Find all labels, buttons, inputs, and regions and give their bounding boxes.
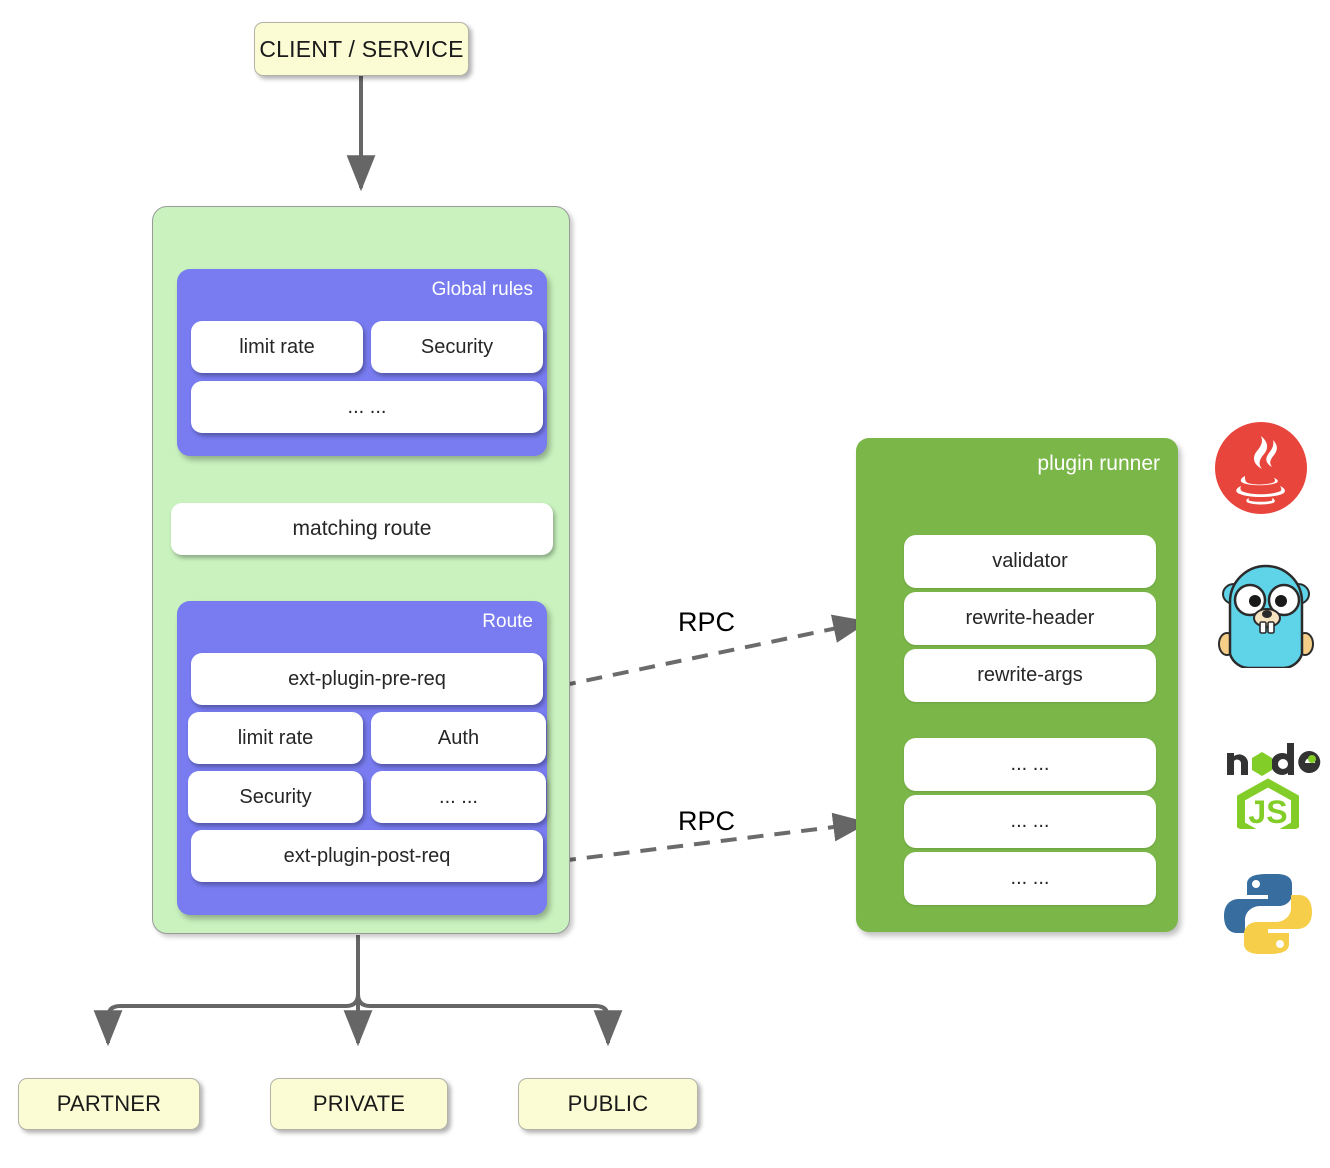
arrow-gateway-to-outputs [93, 935, 623, 1047]
route-plugin-item[interactable]: Security [188, 771, 363, 823]
ext-plugin-pre-req-label: ext-plugin-pre-req [288, 667, 446, 690]
svg-text:JS: JS [1248, 794, 1287, 829]
global-rule-label: Security [420, 335, 494, 358]
client-service-box[interactable]: CLIENT / SERVICE [254, 22, 469, 76]
ext-plugin-post-req-box[interactable]: ext-plugin-post-req [191, 830, 543, 882]
output-label: PUBLIC [567, 1091, 649, 1116]
plugin-item[interactable]: ... ... [904, 852, 1156, 905]
route-plugin-item[interactable]: limit rate [188, 712, 363, 764]
client-service-label: CLIENT / SERVICE [259, 35, 464, 62]
plugin-runner-title: plugin runner [1037, 452, 1160, 475]
global-rules-title: Global rules [431, 279, 533, 300]
output-label: PRIVATE [312, 1091, 406, 1116]
plugin-label: ... ... [1010, 867, 1050, 889]
diagram-canvas: CLIENT / SERVICE Global rules limit rate… [0, 0, 1330, 1168]
route-title: Route [482, 611, 533, 632]
python-logo [1220, 866, 1316, 962]
route-plugin-label: Auth [437, 726, 480, 749]
output-box-private[interactable]: PRIVATE [270, 1078, 448, 1130]
global-rules-block: Global rules limit rate Security ... ... [177, 269, 547, 456]
route-block: Route ext-plugin-pre-req limit rate Auth… [177, 601, 547, 915]
rpc-label-top: RPC [678, 607, 736, 637]
matching-route-label: matching route [292, 517, 432, 540]
route-plugin-label: ... ... [439, 785, 478, 808]
global-rule-label: limit rate [239, 335, 315, 358]
plugin-label: ... ... [1010, 810, 1050, 832]
ext-plugin-pre-req-box[interactable]: ext-plugin-pre-req [191, 653, 543, 705]
output-box-public[interactable]: PUBLIC [518, 1078, 698, 1130]
plugin-label: rewrite-header [965, 607, 1095, 629]
plugin-item[interactable]: rewrite-header [904, 592, 1156, 645]
global-rule-item[interactable]: ... ... [191, 381, 543, 433]
global-rule-item[interactable]: limit rate [191, 321, 363, 373]
plugin-item[interactable]: ... ... [904, 795, 1156, 848]
route-plugin-item[interactable]: Auth [371, 712, 546, 764]
plugin-label: rewrite-args [977, 664, 1083, 686]
ext-plugin-post-req-label: ext-plugin-post-req [283, 844, 451, 867]
output-label: PARTNER [56, 1091, 162, 1116]
nodejs-logo: JS [1213, 735, 1323, 845]
global-rule-item[interactable]: Security [371, 321, 543, 373]
route-plugin-label: Security [239, 785, 312, 808]
go-gopher-logo [1212, 556, 1320, 670]
route-plugin-item[interactable]: ... ... [371, 771, 546, 823]
rpc-label-bottom: RPC [678, 806, 736, 836]
gateway-container: Global rules limit rate Security ... ...… [152, 206, 570, 934]
route-plugin-label: limit rate [237, 726, 314, 749]
global-rule-label: ... ... [347, 395, 387, 418]
plugin-item[interactable]: ... ... [904, 738, 1156, 791]
plugin-item[interactable]: rewrite-args [904, 649, 1156, 702]
java-logo [1209, 420, 1313, 516]
matching-route-box[interactable]: matching route [171, 503, 553, 555]
plugin-label: ... ... [1010, 753, 1050, 775]
plugin-runner-container: plugin runner validator rewrite-header r… [856, 438, 1178, 932]
plugin-label: validator [992, 550, 1068, 572]
plugin-item[interactable]: validator [904, 535, 1156, 588]
output-box-partner[interactable]: PARTNER [18, 1078, 200, 1130]
